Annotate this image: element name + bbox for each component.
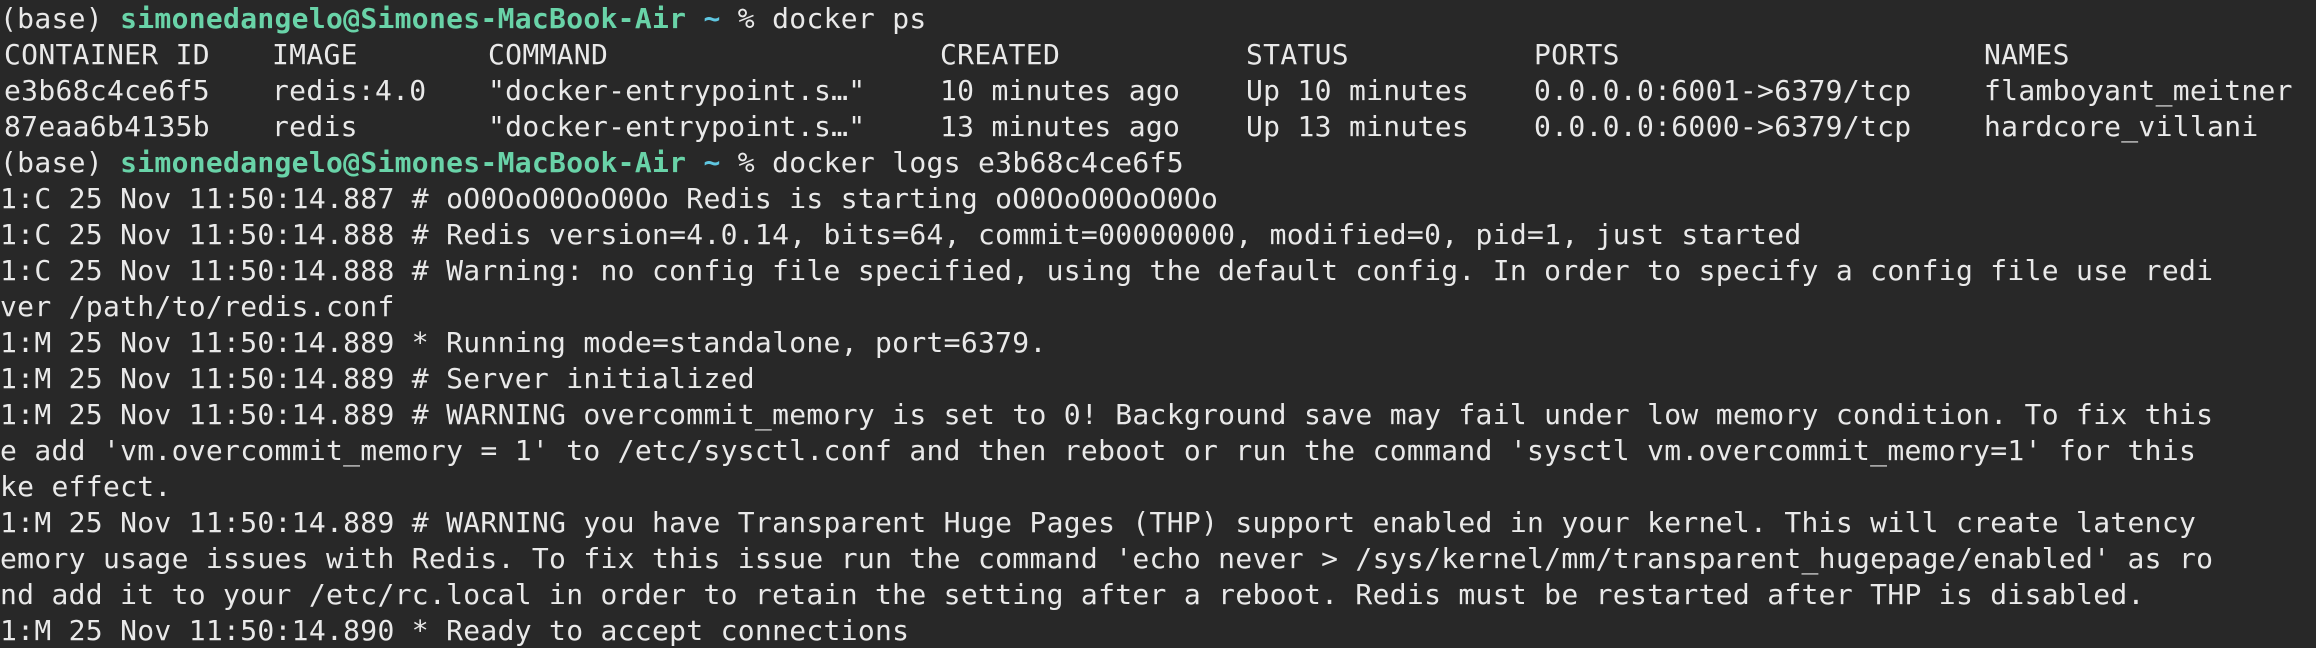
prompt-user-host: simonedangelo@Simones-MacBook-Air (120, 2, 687, 35)
image-name: redis (272, 110, 358, 143)
log-line: 1:M 25 Nov 11:50:14.889 * Running mode=s… (0, 326, 1047, 359)
log-line: e add 'vm.overcommit_memory = 1' to /etc… (0, 434, 2197, 467)
command-text: docker logs e3b68c4ce6f5 (772, 146, 1184, 179)
column-header: CREATED (940, 38, 1061, 71)
column-header: IMAGE (272, 38, 358, 71)
table-row: e3b68c4ce6f5 redis:4.0 "docker-entrypoin… (0, 73, 2316, 109)
status-cell: Up 13 minutes (1246, 110, 1470, 143)
prompt-line: (base) simonedangelo@Simones-MacBook-Air… (0, 1, 2316, 37)
docker-ps-table: CONTAINER ID IMAGE COMMAND CREATED STATU… (0, 37, 2316, 145)
names-cell: hardcore_villani (1984, 110, 2259, 143)
command-text: docker ps (772, 2, 927, 35)
column-header: STATUS (1246, 38, 1349, 71)
status-cell: Up 10 minutes (1246, 74, 1470, 107)
command-cell: "docker-entrypoint.s…" (488, 74, 866, 107)
created-cell: 13 minutes ago (940, 110, 1181, 143)
table-header-row: CONTAINER ID IMAGE COMMAND CREATED STATU… (0, 37, 2316, 73)
container-id: 87eaa6b4135b (4, 110, 210, 143)
prompt-cwd: ~ (686, 2, 738, 35)
names-cell: flamboyant_meitner (1984, 74, 2293, 107)
ports-cell: 0.0.0.0:6001->6379/tcp (1534, 74, 1912, 107)
ports-cell: 0.0.0.0:6000->6379/tcp (1534, 110, 1912, 143)
log-output: 1:C 25 Nov 11:50:14.887 # oO0OoO0OoO0Oo … (0, 181, 2316, 648)
log-line: 1:M 25 Nov 11:50:14.889 # WARNING you ha… (0, 506, 2197, 539)
prompt-symbol: % (737, 146, 773, 179)
log-line: ke effect. (0, 470, 172, 503)
log-line: 1:C 25 Nov 11:50:14.888 # Redis version=… (0, 218, 1802, 251)
column-header: CONTAINER ID (4, 38, 210, 71)
log-line: nd add it to your /etc/rc.local in order… (0, 578, 2145, 611)
column-header: PORTS (1534, 38, 1620, 71)
table-row: 87eaa6b4135b redis "docker-entrypoint.s…… (0, 109, 2316, 145)
prompt-symbol: % (737, 2, 773, 35)
log-line: emory usage issues with Redis. To fix th… (0, 542, 2214, 575)
log-line: 1:M 25 Nov 11:50:14.889 # Server initial… (0, 362, 755, 395)
log-line: 1:M 25 Nov 11:50:14.889 # WARNING overco… (0, 398, 2214, 431)
created-cell: 10 minutes ago (940, 74, 1181, 107)
log-line: 1:C 25 Nov 11:50:14.887 # oO0OoO0OoO0Oo … (0, 182, 1219, 215)
image-name: redis:4.0 (272, 74, 427, 107)
column-header: NAMES (1984, 38, 2070, 71)
column-header: COMMAND (488, 38, 609, 71)
prompt-user-host: simonedangelo@Simones-MacBook-Air (120, 146, 687, 179)
prompt-line: (base) simonedangelo@Simones-MacBook-Air… (0, 145, 2316, 181)
log-line: 1:C 25 Nov 11:50:14.888 # Warning: no co… (0, 254, 2214, 287)
prompt-cwd: ~ (686, 146, 738, 179)
conda-env: (base) (0, 2, 121, 35)
terminal-window[interactable]: (base) simonedangelo@Simones-MacBook-Air… (0, 0, 2316, 648)
log-line: ver /path/to/redis.conf (0, 290, 395, 323)
command-cell: "docker-entrypoint.s…" (488, 110, 866, 143)
container-id: e3b68c4ce6f5 (4, 74, 210, 107)
log-line: 1:M 25 Nov 11:50:14.890 * Ready to accep… (0, 614, 910, 647)
